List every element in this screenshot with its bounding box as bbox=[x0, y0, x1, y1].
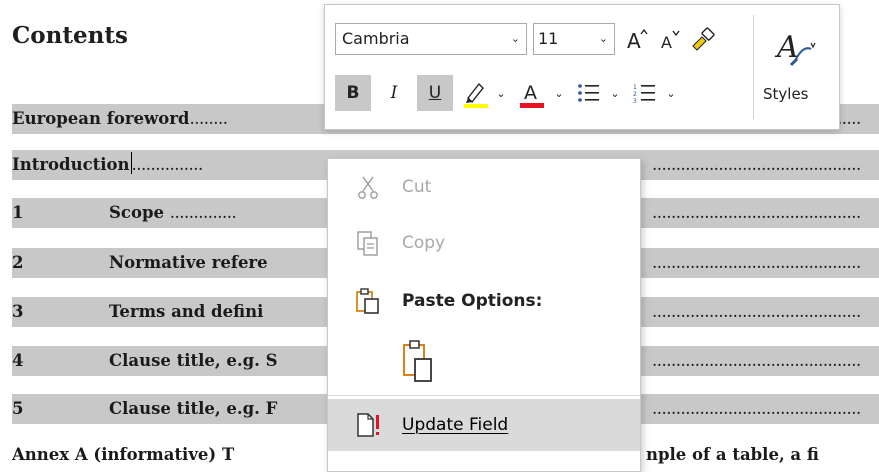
shrink-font-icon: A bbox=[661, 30, 680, 52]
menu-item-cut[interactable]: Cut bbox=[328, 161, 640, 213]
toc-entry-number: 1 bbox=[12, 203, 24, 222]
menu-item-paste-options: Paste Options: bbox=[328, 275, 640, 327]
svg-text:2: 2 bbox=[633, 91, 637, 98]
numbered-list-icon: 1 2 3 bbox=[633, 84, 655, 105]
font-color-swatch bbox=[520, 103, 544, 108]
menu-item-label: Cut bbox=[402, 177, 432, 197]
menu-separator bbox=[328, 395, 640, 396]
format-painter-icon bbox=[692, 27, 715, 51]
svg-text:1: 1 bbox=[633, 84, 637, 91]
contents-heading: Contents bbox=[12, 22, 128, 49]
toc-leader-dots: ........................................… bbox=[652, 253, 861, 272]
mini-toolbar: Cambria ⌄ 11 ⌄ A A B I U ⌄ A ⌄ ⌄ 1 2 3 ⌄… bbox=[324, 4, 840, 130]
chevron-down-icon: ⌄ bbox=[554, 86, 564, 100]
update-field-icon bbox=[357, 413, 379, 437]
font-color-dropdown-button[interactable]: ⌄ bbox=[549, 75, 569, 111]
grow-font-icon: A bbox=[627, 28, 648, 52]
bullet-list-icon bbox=[578, 84, 599, 102]
highlight-dropdown-button[interactable]: ⌄ bbox=[491, 75, 511, 111]
bold-icon: B bbox=[346, 83, 360, 103]
shrink-font-button[interactable]: A bbox=[655, 21, 685, 57]
toc-leader-dots: ............... bbox=[131, 155, 204, 174]
menu-item-update-field[interactable]: Update Field bbox=[328, 399, 640, 451]
numbering-dropdown-button[interactable]: ⌄ bbox=[661, 75, 681, 111]
toc-entry-title: Annex A (informative) T bbox=[12, 445, 235, 464]
copy-icon bbox=[357, 231, 378, 256]
bullets-dropdown-button[interactable]: ⌄ bbox=[605, 75, 625, 111]
toc-entry-title: European foreword bbox=[12, 109, 190, 128]
highlight-button[interactable] bbox=[459, 75, 493, 111]
font-size-combobox[interactable]: 11 ⌄ bbox=[533, 23, 615, 55]
styles-button[interactable]: A bbox=[761, 17, 829, 121]
font-color-icon: A bbox=[520, 82, 544, 108]
toc-entry-number: 4 bbox=[12, 351, 24, 370]
menu-item-label: Update Field bbox=[402, 415, 509, 435]
chevron-down-icon: ⌄ bbox=[496, 86, 506, 100]
toc-leader-dots: ........................................… bbox=[652, 399, 861, 418]
toc-entry-number: 5 bbox=[12, 399, 24, 418]
toc-entry-title: Terms and defini bbox=[109, 302, 264, 321]
toc-leader-dots: ........................................… bbox=[652, 203, 861, 222]
grow-font-button[interactable]: A bbox=[621, 21, 653, 57]
toc-leader-dots: ........ bbox=[189, 109, 228, 128]
toc-leader-dots: ........................................… bbox=[652, 155, 861, 174]
menu-item-copy[interactable]: Copy bbox=[328, 217, 640, 269]
numbering-button[interactable]: 1 2 3 bbox=[627, 75, 661, 111]
highlighter-icon bbox=[464, 82, 488, 108]
toc-entry-title: Clause title, e.g. F bbox=[109, 399, 278, 418]
toolbar-divider bbox=[753, 15, 754, 119]
menu-item-label: Copy bbox=[402, 233, 446, 253]
svg-text:A: A bbox=[661, 33, 672, 52]
svg-text:A: A bbox=[524, 82, 537, 104]
underline-button[interactable]: U bbox=[417, 75, 453, 111]
toc-entry-title: Clause title, e.g. S bbox=[109, 351, 278, 370]
italic-icon: I bbox=[390, 83, 398, 103]
chevron-down-icon: ⌄ bbox=[610, 86, 620, 100]
toc-leader-dots: ........................................… bbox=[652, 302, 861, 321]
bold-button[interactable]: B bbox=[335, 75, 371, 111]
bullets-button[interactable] bbox=[571, 75, 605, 111]
toc-entry-title: Introduction bbox=[12, 155, 130, 174]
styles-label: Styles bbox=[763, 85, 809, 103]
toc-leader-dots: .............. bbox=[169, 203, 237, 222]
toc-entry-number: 2 bbox=[12, 253, 24, 272]
chevron-down-icon[interactable]: ⌄ bbox=[511, 24, 520, 54]
context-menu: Cut Copy Paste Options: Update Field bbox=[327, 158, 641, 472]
chevron-down-icon[interactable]: ⌄ bbox=[599, 24, 608, 54]
toc-entry-number: 3 bbox=[12, 302, 24, 321]
scissors-icon bbox=[358, 176, 378, 199]
styles-icon: A bbox=[774, 30, 816, 67]
chevron-down-icon: ⌄ bbox=[666, 86, 676, 100]
toc-entry-title: Scope bbox=[109, 203, 165, 222]
svg-text:A: A bbox=[627, 29, 641, 52]
font-name-combobox[interactable]: Cambria ⌄ bbox=[335, 23, 527, 55]
font-name-value: Cambria bbox=[342, 29, 410, 48]
clipboard-icon bbox=[356, 288, 379, 314]
font-color-button[interactable]: A bbox=[515, 75, 549, 111]
font-size-value: 11 bbox=[538, 29, 559, 48]
toc-leader-dots: ........................................… bbox=[652, 351, 861, 370]
toc-entry-title: Normative refere bbox=[109, 253, 268, 272]
toc-entry-title-continued: nple of a table, a fi bbox=[646, 445, 819, 464]
svg-text:3: 3 bbox=[633, 98, 637, 105]
italic-button[interactable]: I bbox=[377, 75, 411, 111]
highlight-color-swatch bbox=[464, 104, 488, 108]
format-painter-button[interactable] bbox=[687, 21, 719, 57]
menu-item-label: Paste Options: bbox=[402, 291, 543, 311]
underline-icon: U bbox=[428, 83, 442, 103]
paste-keep-text-only-icon[interactable] bbox=[400, 339, 436, 385]
